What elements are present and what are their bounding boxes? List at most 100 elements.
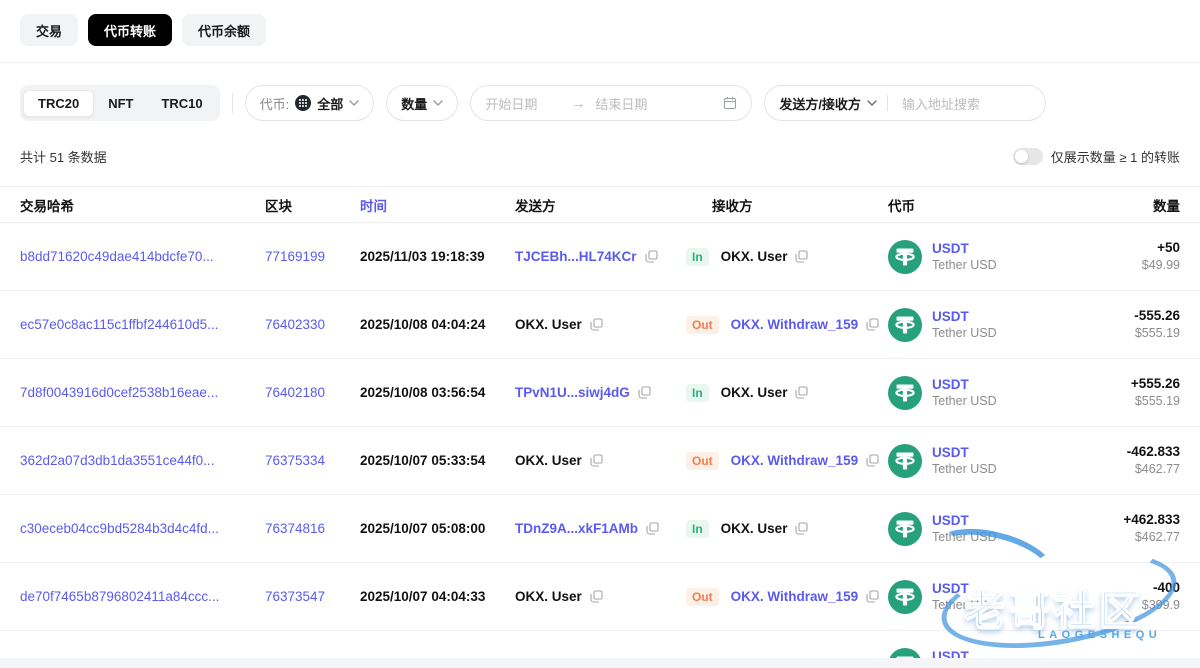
address-search-group: 发送方/接收方 输入地址搜索 (764, 85, 1046, 121)
end-date-placeholder: 结束日期 (595, 94, 647, 113)
tab-token-balance[interactable]: 代币余额 (182, 14, 266, 46)
address-search-input[interactable]: 输入地址搜索 (902, 94, 980, 113)
chevron-down-icon (349, 100, 359, 106)
token-name: Tether USD (932, 461, 997, 477)
copy-icon[interactable] (795, 386, 808, 399)
header-amount: 数量 (1098, 195, 1180, 215)
start-date-placeholder: 开始日期 (485, 94, 561, 113)
copy-icon[interactable] (638, 386, 651, 399)
table-header: 交易哈希 区块 时间 发送方 接收方 代币 数量 (0, 186, 1200, 223)
copy-icon[interactable] (645, 250, 658, 263)
token-name: Tether USD (932, 529, 997, 545)
receiver-address[interactable]: OKX. User (721, 249, 788, 264)
sender-address[interactable]: OKX. User (515, 453, 582, 468)
receiver-address[interactable]: OKX. Withdraw_159 (731, 589, 858, 604)
copy-icon[interactable] (795, 250, 808, 263)
token-filter-dropdown[interactable]: 代币: 全部 (245, 85, 375, 121)
amount-value: +555.26 (1131, 375, 1180, 393)
tx-hash-link[interactable]: 362d2a07d3db1da3551ce44f0... (20, 453, 214, 468)
sender-address[interactable]: OKX. User (515, 589, 582, 604)
amount-value: -400 (1153, 579, 1180, 597)
segment-trc20[interactable]: TRC20 (23, 90, 94, 117)
tx-hash-link[interactable]: de70f7465b8796802411a84ccc... (20, 589, 219, 604)
toggle-knob (1015, 150, 1028, 163)
tx-hash-link[interactable]: ec57e0c8ac115c1ffbf244610d5... (20, 317, 218, 332)
copy-icon[interactable] (866, 454, 879, 467)
sender-address[interactable]: TDnZ9A...xkF1AMb (515, 521, 638, 536)
receiver-address[interactable]: OKX. Withdraw_159 (731, 453, 858, 468)
block-link[interactable]: 76374816 (265, 521, 325, 536)
sender-address[interactable]: TPvN1U...siwj4dG (515, 385, 630, 400)
tab-transactions[interactable]: 交易 (20, 14, 78, 46)
direction-badge: Out (686, 588, 719, 606)
tx-time: 2025/10/08 04:04:24 (360, 317, 515, 332)
segment-trc10[interactable]: TRC10 (147, 91, 216, 116)
copy-icon[interactable] (866, 590, 879, 603)
amount-filter-dropdown[interactable]: 数量 (386, 85, 458, 121)
copy-icon[interactable] (866, 318, 879, 331)
token-symbol-link[interactable]: USDT (932, 240, 997, 258)
receiver-address[interactable]: OKX. User (721, 521, 788, 536)
tx-hash-link[interactable]: b8dd71620c49dae414bdcfe70... (20, 249, 214, 264)
block-link[interactable]: 77169199 (265, 249, 325, 264)
copy-icon[interactable] (646, 522, 659, 535)
all-tokens-icon (295, 95, 311, 111)
segment-nft[interactable]: NFT (94, 91, 147, 116)
tx-time: 2025/10/07 05:33:54 (360, 453, 515, 468)
token-symbol-link[interactable]: USDT (932, 512, 997, 530)
tx-time: 2025/11/03 19:18:39 (360, 249, 515, 264)
tx-hash-link[interactable]: c30eceb04cc9bd5284b3d4c4fd... (20, 521, 219, 536)
header-token: 代币 (888, 195, 1098, 215)
tx-hash-link[interactable]: 7d8f0043916d0cef2538b16eae... (20, 385, 218, 400)
table-body: b8dd71620c49dae414bdcfe70... 77169199 20… (0, 223, 1200, 668)
usdt-token-icon (888, 512, 922, 546)
page-tabs: 交易 代币转账 代币余额 (0, 0, 1200, 46)
receiver-address[interactable]: OKX. User (721, 385, 788, 400)
token-symbol-link[interactable]: USDT (932, 444, 997, 462)
min-amount-toggle[interactable] (1013, 148, 1043, 165)
copy-icon[interactable] (590, 590, 603, 603)
block-link[interactable]: 76402180 (265, 385, 325, 400)
token-name: Tether USD (932, 257, 997, 273)
direction-badge: Out (686, 452, 719, 470)
copy-icon[interactable] (590, 318, 603, 331)
divider (232, 93, 233, 113)
filter-bar: TRC20 NFT TRC10 代币: 全部 数量 开始日期 → 结束日期 发送… (20, 84, 1180, 122)
direction-badge: Out (686, 316, 719, 334)
amount-usd: $555.19 (1135, 393, 1180, 410)
header-sender: 发送方 (515, 195, 686, 215)
header-time-sort[interactable]: 时间 (360, 195, 515, 215)
usdt-token-icon (888, 376, 922, 410)
amount-value: -462.833 (1127, 443, 1180, 461)
chevron-down-icon[interactable] (867, 100, 877, 106)
tab-token-transfers[interactable]: 代币转账 (88, 14, 172, 46)
calendar-icon (723, 96, 737, 110)
token-symbol-link[interactable]: USDT (932, 308, 997, 326)
copy-icon[interactable] (795, 522, 808, 535)
amount-usd: $462.77 (1135, 461, 1180, 478)
token-symbol-link[interactable]: USDT (932, 376, 997, 394)
network-segmented-control: TRC20 NFT TRC10 (20, 85, 220, 121)
amount-usd: $555.19 (1135, 325, 1180, 342)
sender-address[interactable]: OKX. User (515, 317, 582, 332)
direction-badge: In (686, 384, 709, 402)
sender-address[interactable]: TJCEBh...HL74KCr (515, 249, 637, 264)
token-symbol-link[interactable]: USDT (932, 580, 997, 598)
toggle-label: 仅展示数量 ≥ 1 的转账 (1051, 147, 1180, 166)
usdt-token-icon (888, 580, 922, 614)
block-link[interactable]: 76375334 (265, 453, 325, 468)
table-row: c30eceb04cc9bd5284b3d4c4fd... 76374816 2… (0, 495, 1200, 563)
table-row: b8dd71620c49dae414bdcfe70... 77169199 20… (0, 223, 1200, 291)
amount-value: -555.26 (1134, 307, 1180, 325)
copy-icon[interactable] (590, 454, 603, 467)
receiver-address[interactable]: OKX. Withdraw_159 (731, 317, 858, 332)
block-link[interactable]: 76402330 (265, 317, 325, 332)
token-name: Tether USD (932, 325, 997, 341)
amount-value: +462.833 (1123, 511, 1180, 529)
party-filter-dropdown[interactable]: 发送方/接收方 (779, 94, 861, 113)
table-row: 7d8f0043916d0cef2538b16eae... 76402180 2… (0, 359, 1200, 427)
date-range-picker[interactable]: 开始日期 → 结束日期 (470, 85, 752, 121)
block-link[interactable]: 76373547 (265, 589, 325, 604)
token-name: Tether USD (932, 597, 997, 613)
amount-filter-label: 数量 (401, 94, 427, 113)
